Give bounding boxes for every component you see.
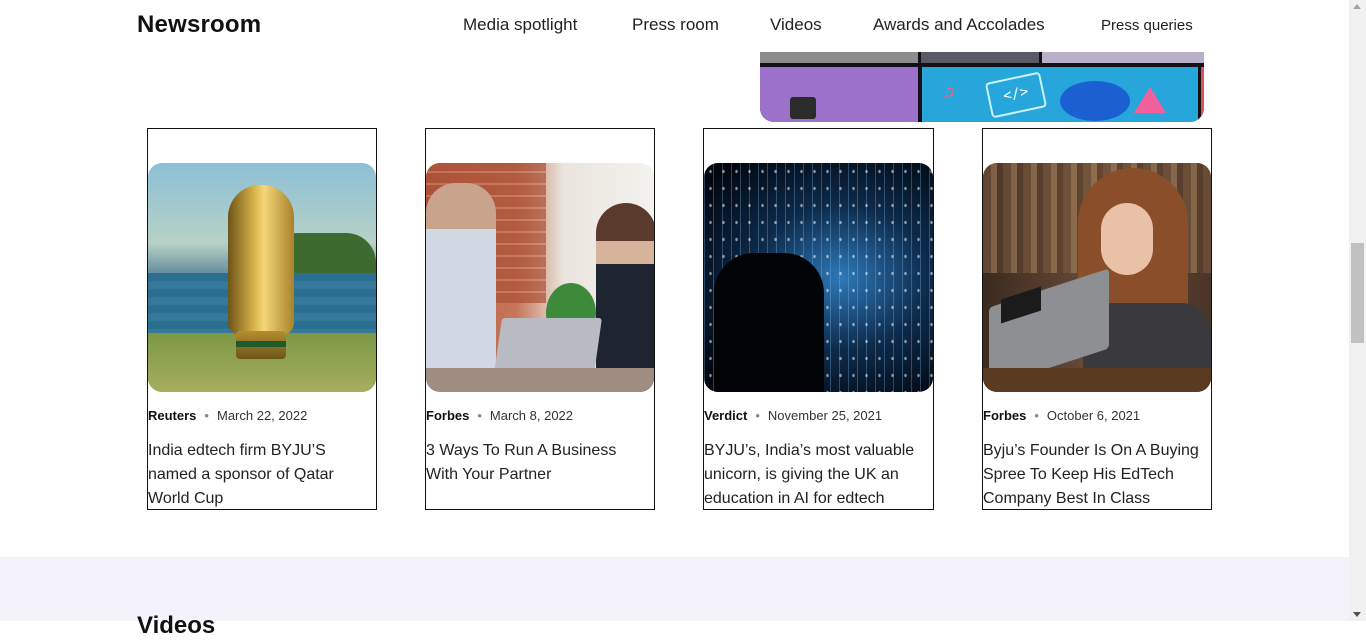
- card-source: Reuters: [148, 408, 197, 423]
- girl-using-laptop-image: [983, 163, 1211, 392]
- card-date: October 6, 2021: [1046, 408, 1141, 423]
- hero-collage-image: ♫ </>: [760, 51, 1204, 122]
- card-date: March 22, 2022: [216, 408, 308, 423]
- card-thumbnail-girl-laptop[interactable]: [983, 163, 1211, 392]
- section-heading-videos: Videos: [137, 612, 216, 639]
- card-source: Forbes: [426, 408, 470, 423]
- videos-section: Videos: [0, 557, 1349, 639]
- media-card[interactable]: Forbes • March 8, 2022 3 Ways To Run A Bus…: [425, 128, 655, 510]
- business-partners-image: [426, 163, 654, 392]
- card-meta: Forbes • October 6, 2021: [983, 408, 1140, 423]
- image-detail: [236, 341, 286, 347]
- card-title-link[interactable]: India edtech firm BYJU’S named a sponsor…: [148, 439, 374, 509]
- hero-tile-red: [1201, 67, 1204, 122]
- nav-press-room[interactable]: Press room: [632, 15, 719, 35]
- site-header: Newsroom Media spotlight Press room Vide…: [0, 0, 1349, 52]
- separator-dot: •: [477, 408, 482, 423]
- card-title-link[interactable]: BYJU’s, India’s most valuable unicorn, i…: [704, 439, 931, 509]
- brand-logo[interactable]: Newsroom: [137, 11, 261, 39]
- play-triangle-icon: [1134, 87, 1166, 113]
- card-meta: Reuters • March 22, 2022: [148, 408, 307, 423]
- image-detail: [1101, 203, 1153, 275]
- hero-blob-shape: [1060, 81, 1130, 121]
- card-source: Forbes: [983, 408, 1027, 423]
- card-meta: Verdict • November 25, 2021: [704, 408, 882, 423]
- card-title-link[interactable]: Byju’s Founder Is On A Buying Spree To K…: [983, 439, 1209, 509]
- music-note-icon: ♫: [942, 81, 956, 101]
- media-card[interactable]: Reuters • March 22, 2022 India edtech firm…: [147, 128, 377, 510]
- card-date: March 8, 2022: [489, 408, 574, 423]
- image-detail: [714, 253, 824, 392]
- scroll-down-arrow-icon[interactable]: [1353, 612, 1361, 617]
- hero-tile: [1042, 51, 1204, 63]
- image-detail: [596, 203, 654, 392]
- card-thumbnail-business-partners[interactable]: [426, 163, 654, 392]
- image-detail: [983, 368, 1211, 392]
- separator-dot: •: [755, 408, 760, 423]
- image-detail: [494, 318, 602, 374]
- hero-tile-purple: [760, 67, 918, 122]
- hero-cube-shape: [790, 97, 816, 119]
- nav-awards-and-accolades[interactable]: Awards and Accolades: [873, 15, 1045, 35]
- card-source: Verdict: [704, 408, 748, 423]
- card-thumbnail-world-cup-trophy[interactable]: [148, 163, 376, 392]
- nav-videos[interactable]: Videos: [770, 15, 822, 35]
- image-detail: [426, 368, 654, 392]
- media-card[interactable]: Verdict • November 25, 2021 BYJU’s, India’…: [703, 128, 934, 510]
- nav-press-queries[interactable]: Press queries: [1101, 17, 1193, 34]
- image-detail: [228, 185, 294, 335]
- card-thumbnail-digital-lights[interactable]: [704, 163, 933, 392]
- media-card[interactable]: Forbes • October 6, 2021 Byju’s Founder Is…: [982, 128, 1212, 510]
- card-title-link[interactable]: 3 Ways To Run A Business With Your Partn…: [426, 439, 652, 487]
- scrollbar-thumb[interactable]: [1351, 243, 1364, 343]
- hero-tile: [921, 51, 1039, 63]
- card-date: November 25, 2021: [767, 408, 883, 423]
- world-cup-trophy-image: [148, 163, 376, 392]
- digital-light-installation-image: [704, 163, 933, 392]
- scroll-up-arrow-icon[interactable]: [1353, 4, 1361, 9]
- hero-tile: [760, 51, 918, 63]
- separator-dot: •: [1034, 408, 1039, 423]
- separator-dot: •: [204, 408, 209, 423]
- page-scrollbar[interactable]: [1349, 0, 1366, 621]
- card-meta: Forbes • March 8, 2022: [426, 408, 573, 423]
- nav-media-spotlight[interactable]: Media spotlight: [463, 15, 577, 35]
- image-detail: [426, 183, 496, 392]
